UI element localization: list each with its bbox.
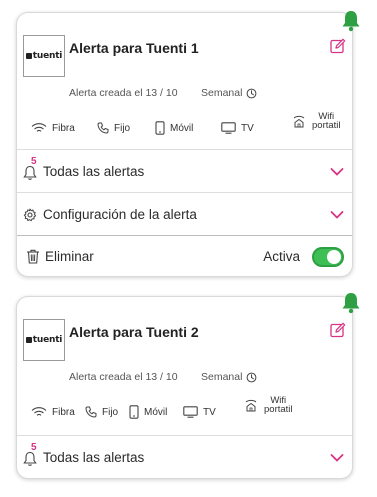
edit-icon[interactable] xyxy=(330,38,346,54)
chevron-down-icon[interactable] xyxy=(330,210,344,220)
service-movil: Móvil xyxy=(129,405,167,419)
gear-icon xyxy=(23,208,37,222)
all-alerts-label: Todas las alertas xyxy=(43,164,145,179)
clock-icon xyxy=(247,88,257,98)
phone-icon xyxy=(97,122,109,134)
bell-icon xyxy=(23,165,37,180)
alerts-count-badge: 5 xyxy=(31,156,37,167)
home-wifi-icon xyxy=(293,115,305,128)
services-row: Fibra Fijo Móvil TV Wifi portatil xyxy=(31,396,346,424)
all-alerts-label: Todas las alertas xyxy=(43,450,145,465)
service-tv: TV xyxy=(183,406,216,418)
mobile-icon xyxy=(129,405,139,419)
alert-frequency: Semanal xyxy=(201,87,257,99)
alert-card-1: tuenti Alerta para Tuenti 1 Alerta cread… xyxy=(16,11,360,277)
service-fijo: Fijo xyxy=(85,406,118,418)
tv-icon xyxy=(221,122,236,134)
alerts-count-badge: 5 xyxy=(31,442,37,453)
chevron-down-icon[interactable] xyxy=(330,167,344,177)
all-alerts-row[interactable]: 5 Todas las alertas xyxy=(17,149,352,193)
phone-icon xyxy=(85,406,97,418)
active-label: Activa xyxy=(263,249,300,264)
home-wifi-icon xyxy=(245,399,257,412)
wifi-signal-icon xyxy=(31,407,47,416)
tuenti-logo: tuenti xyxy=(23,319,65,361)
alert-title: Alerta para Tuenti 1 xyxy=(69,40,199,56)
tv-icon xyxy=(183,406,198,418)
service-tv: TV xyxy=(221,122,254,134)
active-toggle[interactable] xyxy=(312,246,344,267)
alert-card-2: tuenti Alerta para Tuenti 2 Alerta cread… xyxy=(16,293,360,479)
service-movil: Móvil xyxy=(155,121,193,135)
alert-header: tuenti Alerta para Tuenti 2 Alerta cread… xyxy=(17,297,352,427)
service-wifi-portatil: Wifi portatil xyxy=(291,112,341,130)
edit-icon[interactable] xyxy=(330,322,346,338)
toggle-knob xyxy=(327,249,341,264)
tuenti-logo: tuenti xyxy=(23,35,65,77)
service-fibra: Fibra xyxy=(31,122,75,134)
alert-created-date: Alerta creada el 13 / 10 xyxy=(69,371,178,383)
service-wifi-portatil: Wifi portatil xyxy=(243,396,293,414)
bell-icon xyxy=(23,451,37,466)
wifi-signal-icon xyxy=(31,123,47,132)
service-fijo: Fijo xyxy=(97,122,130,134)
alert-actions-row: Eliminar Activa xyxy=(17,235,352,277)
trash-icon[interactable] xyxy=(26,249,40,264)
alert-header: tuenti Alerta para Tuenti 1 Alerta cread… xyxy=(17,13,352,143)
alert-config-row[interactable]: Configuración de la alerta xyxy=(17,192,352,236)
chevron-down-icon[interactable] xyxy=(330,453,344,463)
alert-frequency: Semanal xyxy=(201,371,257,383)
all-alerts-row[interactable]: 5 Todas las alertas xyxy=(17,435,352,479)
alert-title: Alerta para Tuenti 2 xyxy=(69,324,199,340)
delete-button[interactable]: Eliminar xyxy=(45,249,94,264)
alert-created-date: Alerta creada el 13 / 10 xyxy=(69,87,178,99)
mobile-icon xyxy=(155,121,165,135)
service-fibra: Fibra xyxy=(31,406,75,418)
clock-icon xyxy=(247,372,257,382)
alert-config-label: Configuración de la alerta xyxy=(43,207,197,222)
services-row: Fibra Fijo Móvil TV Wifi portatil xyxy=(31,112,346,140)
